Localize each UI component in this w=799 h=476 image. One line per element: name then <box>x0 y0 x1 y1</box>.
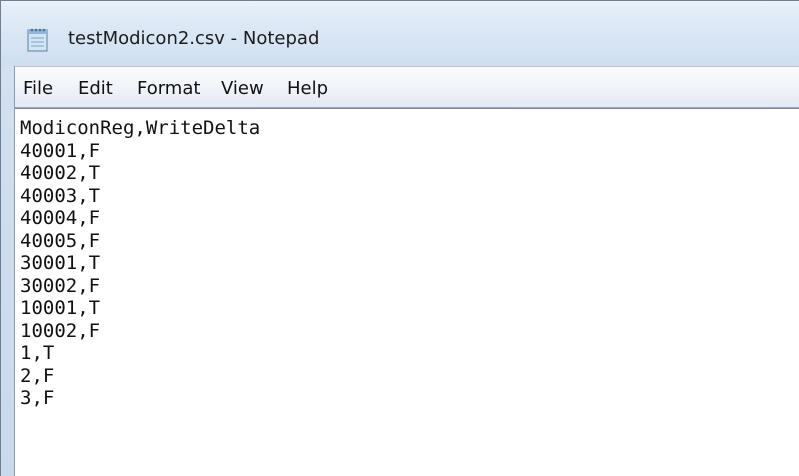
menu-bar: File Edit Format View Help <box>15 66 799 108</box>
title-bar[interactable]: testModicon2.csv - Notepad <box>1 1 799 66</box>
notepad-icon <box>27 28 48 52</box>
editor-text[interactable]: ModiconReg,WriteDelta 40001,F 40002,T 40… <box>20 117 260 410</box>
menu-help[interactable]: Help <box>287 78 328 100</box>
window-frame-left <box>1 66 15 476</box>
window-title: testModicon2.csv - Notepad <box>68 28 320 49</box>
menu-view[interactable]: View <box>221 78 264 100</box>
menu-file[interactable]: File <box>23 78 53 100</box>
text-editor-area[interactable]: ModiconReg,WriteDelta 40001,F 40002,T 40… <box>15 108 799 476</box>
notepad-window: testModicon2.csv - Notepad File Edit For… <box>0 0 799 476</box>
menu-edit[interactable]: Edit <box>78 78 113 100</box>
menu-format[interactable]: Format <box>137 78 200 100</box>
